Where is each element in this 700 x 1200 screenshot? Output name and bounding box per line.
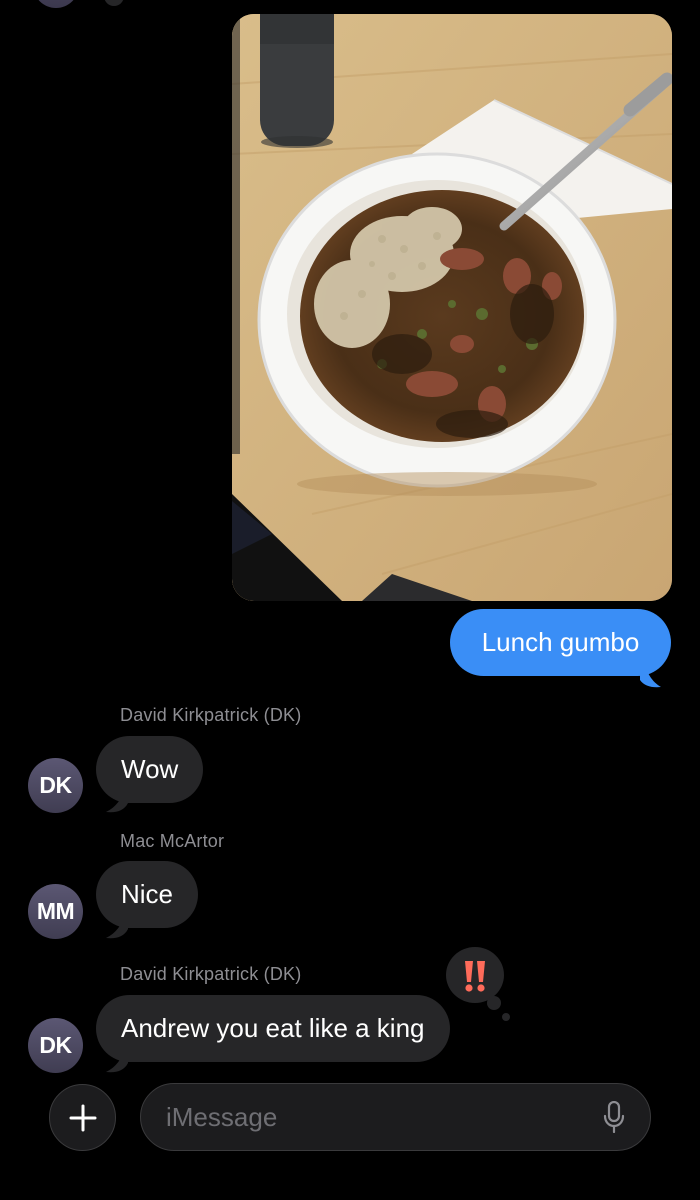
microphone-icon[interactable] — [603, 1101, 625, 1133]
tapback-tail-dot — [487, 996, 501, 1010]
avatar[interactable]: DK — [28, 1018, 83, 1073]
tapback-tail-dot — [502, 1013, 510, 1021]
message-text: Nice — [121, 879, 174, 909]
gumbo-photo-image — [232, 14, 672, 601]
double-exclamation-icon — [465, 961, 485, 992]
photo-attachment-gumbo[interactable] — [232, 14, 672, 601]
plus-icon — [69, 1104, 96, 1131]
sender-name: Mac McArtor — [120, 831, 225, 851]
incoming-bubble-tail — [106, 915, 128, 939]
outgoing-message-text: Lunch gumbo — [481, 627, 640, 657]
outgoing-bubble-tail — [640, 660, 661, 688]
message-input-placeholder: iMessage — [166, 1102, 278, 1132]
sender-name: David Kirkpatrick (DK) — [120, 705, 302, 725]
bubble-tail-partial — [104, 0, 124, 6]
add-attachment-button[interactable] — [49, 1084, 116, 1151]
incoming-bubble-tail — [106, 1049, 128, 1073]
message-text: Andrew you eat like a king — [121, 1013, 425, 1043]
message-text: Wow — [121, 754, 179, 784]
avatar-partial — [33, 0, 79, 8]
incoming-message-bubble[interactable]: Andrew you eat like a king — [96, 995, 450, 1062]
sender-name: David Kirkpatrick (DK) — [120, 964, 302, 984]
avatar[interactable]: MM — [28, 884, 83, 939]
conversation-screen: Lunch gumbo David Kirkpatrick (DK) Wow D… — [0, 0, 700, 1200]
avatar[interactable]: DK — [28, 758, 83, 813]
incoming-bubble-tail — [106, 789, 128, 813]
outgoing-message-bubble[interactable]: Lunch gumbo — [450, 609, 671, 676]
